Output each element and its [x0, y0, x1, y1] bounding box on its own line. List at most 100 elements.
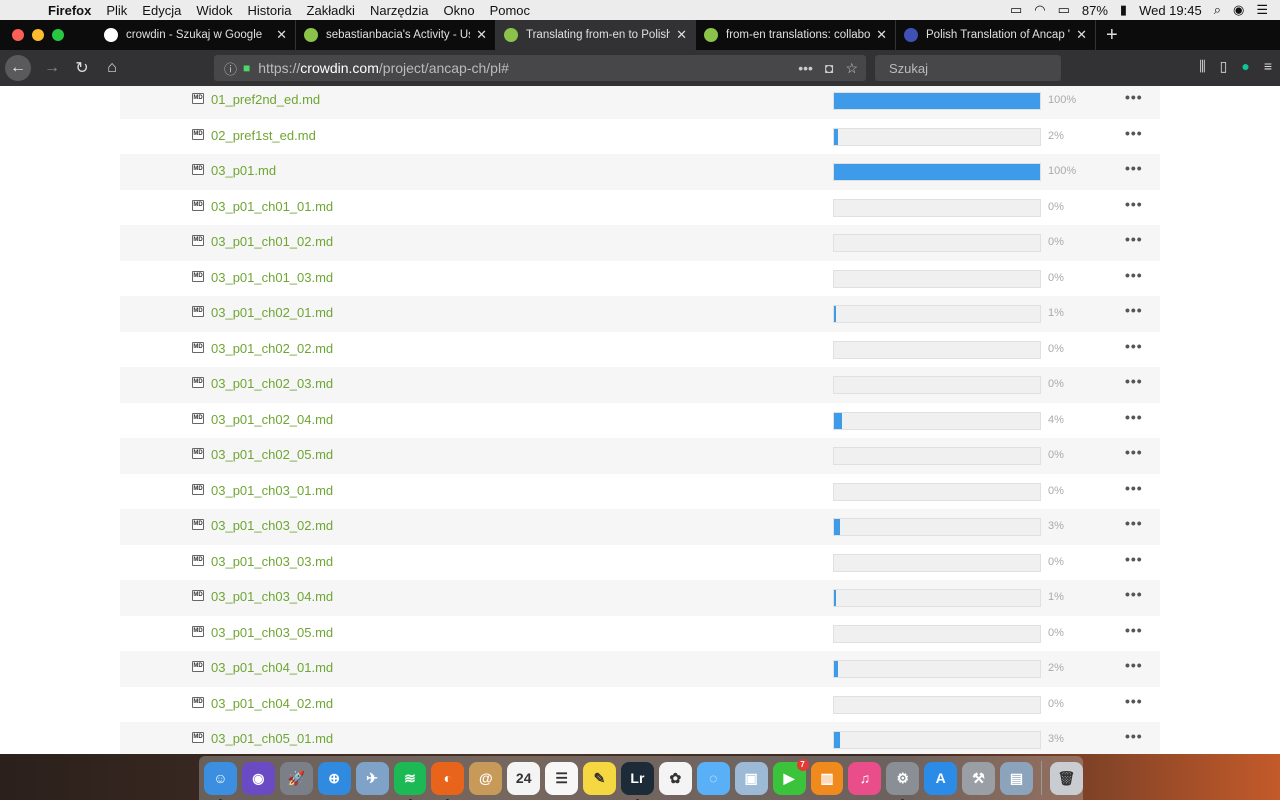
menu-edycja[interactable]: Edycja	[142, 3, 181, 18]
more-options-icon[interactable]: •••	[1125, 89, 1143, 105]
file-row[interactable]: MD 03_p01_ch05_01.md 3% •••	[120, 722, 1160, 754]
file-name-link[interactable]: 03_p01_ch02_05.md	[211, 447, 333, 462]
close-tab-icon[interactable]: ✕	[676, 27, 687, 43]
file-row[interactable]: MD 03_p01_ch03_03.md 0% •••	[120, 545, 1160, 581]
menu-zakladki[interactable]: Zakładki	[307, 3, 355, 18]
tab-3[interactable]: from-en translations: collabora ✕	[696, 20, 896, 50]
close-tab-icon[interactable]: ✕	[876, 27, 887, 43]
more-options-icon[interactable]: •••	[1125, 196, 1143, 212]
menu-okno[interactable]: Okno	[443, 3, 474, 18]
tab-0[interactable]: crowdin - Szukaj w Google ✕	[96, 20, 296, 50]
contacts-icon[interactable]: @	[469, 761, 503, 795]
more-options-icon[interactable]: •••	[1125, 551, 1143, 567]
file-row[interactable]: MD 03_p01_ch04_01.md 2% •••	[120, 651, 1160, 687]
file-row[interactable]: MD 03_p01_ch02_05.md 0% •••	[120, 438, 1160, 474]
file-row[interactable]: MD 02_pref1st_ed.md 2% •••	[120, 119, 1160, 155]
file-row[interactable]: MD 03_p01_ch01_01.md 0% •••	[120, 190, 1160, 226]
lightroom-icon[interactable]: Lr	[620, 761, 654, 800]
itunes-icon[interactable]: ♫	[848, 761, 882, 795]
file-name-link[interactable]: 03_p01_ch01_03.md	[211, 270, 333, 285]
file-name-link[interactable]: 03_p01_ch02_03.md	[211, 376, 333, 391]
file-name-link[interactable]: 03_p01_ch03_03.md	[211, 554, 333, 569]
image-capture-icon[interactable]: ▤	[1000, 761, 1033, 795]
library-icon[interactable]: ⫼	[1199, 58, 1205, 75]
mail-stamp-icon[interactable]: ✈	[355, 761, 389, 795]
url-bar[interactable]: ⓘ ■ https:// crowdin.com /project/ancap-…	[214, 55, 866, 81]
close-tab-icon[interactable]: ✕	[476, 27, 487, 43]
file-name-link[interactable]: 03_p01_ch01_01.md	[211, 199, 333, 214]
pocket-icon[interactable]: ◘	[825, 60, 833, 77]
sidebar-icon[interactable]: ▯	[1220, 58, 1228, 75]
calendar-icon[interactable]: 24	[507, 761, 541, 795]
more-options-icon[interactable]: •••	[1125, 728, 1143, 744]
file-row[interactable]: MD 03_p01_ch02_01.md 1% •••	[120, 296, 1160, 332]
file-name-link[interactable]: 02_pref1st_ed.md	[211, 128, 316, 143]
facetime-icon[interactable]: ▶ 7	[772, 758, 809, 795]
tab-1[interactable]: sebastianbacia's Activity - User ✕	[296, 20, 496, 50]
back-arrow-icon[interactable]: ←	[5, 55, 31, 81]
file-name-link[interactable]: 03_p01_ch02_02.md	[211, 341, 333, 356]
siri-menu-icon[interactable]: ◉	[1233, 2, 1244, 18]
messages-icon[interactable]: ◌	[696, 761, 730, 795]
file-name-link[interactable]: 03_p01_ch03_05.md	[211, 625, 333, 640]
file-row[interactable]: MD 03_p01_ch01_03.md 0% •••	[120, 261, 1160, 297]
tab-2[interactable]: Translating from-en to Polish la ✕	[496, 20, 696, 50]
file-name-link[interactable]: 01_pref2nd_ed.md	[211, 92, 320, 107]
safari-icon[interactable]: ⊕	[317, 761, 351, 795]
siri-icon[interactable]: ◉	[241, 761, 275, 795]
file-row[interactable]: MD 03_p01_ch03_04.md 1% •••	[120, 580, 1160, 616]
reminders-icon[interactable]: ☰	[545, 761, 579, 795]
home-icon[interactable]: ⌂	[97, 59, 127, 77]
more-options-icon[interactable]: •••	[1125, 657, 1143, 673]
more-options-icon[interactable]: •••	[1125, 160, 1143, 176]
file-name-link[interactable]: 03_p01_ch04_01.md	[211, 660, 333, 675]
close-tab-icon[interactable]: ✕	[276, 27, 287, 43]
more-options-icon[interactable]: •••	[1125, 622, 1143, 638]
menu-historia[interactable]: Historia	[247, 3, 291, 18]
more-options-icon[interactable]: •••	[1125, 231, 1143, 247]
finder-icon[interactable]: ☺	[204, 761, 237, 800]
menu-plik[interactable]: Plik	[106, 3, 127, 18]
notification-center-icon[interactable]: ☰	[1256, 2, 1268, 18]
file-name-link[interactable]: 03_p01_ch02_01.md	[211, 305, 333, 320]
more-options-icon[interactable]: •••	[1125, 267, 1143, 283]
wifi-icon[interactable]: ◠	[1034, 2, 1045, 18]
more-options-icon[interactable]: •••	[1125, 444, 1143, 460]
system-preferences-icon[interactable]: ⚙	[886, 761, 920, 800]
firefox-icon[interactable]: ◐	[431, 761, 465, 800]
page-actions-icon[interactable]: •••	[798, 60, 813, 77]
file-name-link[interactable]: 03_p01_ch01_02.md	[211, 234, 333, 249]
clock[interactable]: Wed 19:45	[1139, 3, 1202, 18]
ibooks-icon[interactable]: ▥	[810, 761, 844, 795]
more-options-icon[interactable]: •••	[1125, 480, 1143, 496]
battery-icon[interactable]: ▮	[1120, 2, 1127, 18]
file-row[interactable]: MD 03_p01_ch03_05.md 0% •••	[120, 616, 1160, 652]
new-tab-plus-icon[interactable]: +	[1106, 24, 1118, 47]
launchpad-icon[interactable]: 🚀	[279, 761, 313, 795]
more-options-icon[interactable]: •••	[1125, 125, 1143, 141]
minimize-window-button[interactable]	[32, 29, 44, 41]
file-name-link[interactable]: 03_p01_ch03_01.md	[211, 483, 333, 498]
search-input[interactable]: Szukaj	[875, 55, 1061, 81]
close-tab-icon[interactable]: ✕	[1076, 27, 1087, 43]
menu-pomoc[interactable]: Pomoc	[490, 3, 530, 18]
forward-arrow-icon[interactable]: →	[37, 59, 67, 77]
file-row[interactable]: MD 01_pref2nd_ed.md 100% •••	[120, 86, 1160, 119]
file-row[interactable]: MD 03_p01_ch03_02.md 3% •••	[120, 509, 1160, 545]
info-icon[interactable]: ⓘ	[224, 59, 237, 78]
file-row[interactable]: MD 03_p01_ch02_02.md 0% •••	[120, 332, 1160, 368]
utility-icon[interactable]: ⚒	[962, 761, 996, 795]
file-row[interactable]: MD 03_p01_ch02_03.md 0% •••	[120, 367, 1160, 403]
reload-icon[interactable]: ↻	[67, 58, 97, 78]
zoom-window-button[interactable]	[52, 29, 64, 41]
trash-icon[interactable]: 🗑	[1049, 761, 1083, 795]
menu-app-name[interactable]: Firefox	[48, 3, 91, 18]
more-options-icon[interactable]: •••	[1125, 302, 1143, 318]
more-options-icon[interactable]: •••	[1125, 373, 1143, 389]
preview-icon[interactable]: ▣	[734, 761, 768, 795]
display-icon[interactable]: ▭	[1058, 2, 1070, 18]
more-options-icon[interactable]: •••	[1125, 515, 1143, 531]
more-options-icon[interactable]: •••	[1125, 409, 1143, 425]
file-name-link[interactable]: 03_p01_ch04_02.md	[211, 696, 333, 711]
file-name-link[interactable]: 03_p01_ch02_04.md	[211, 412, 333, 427]
